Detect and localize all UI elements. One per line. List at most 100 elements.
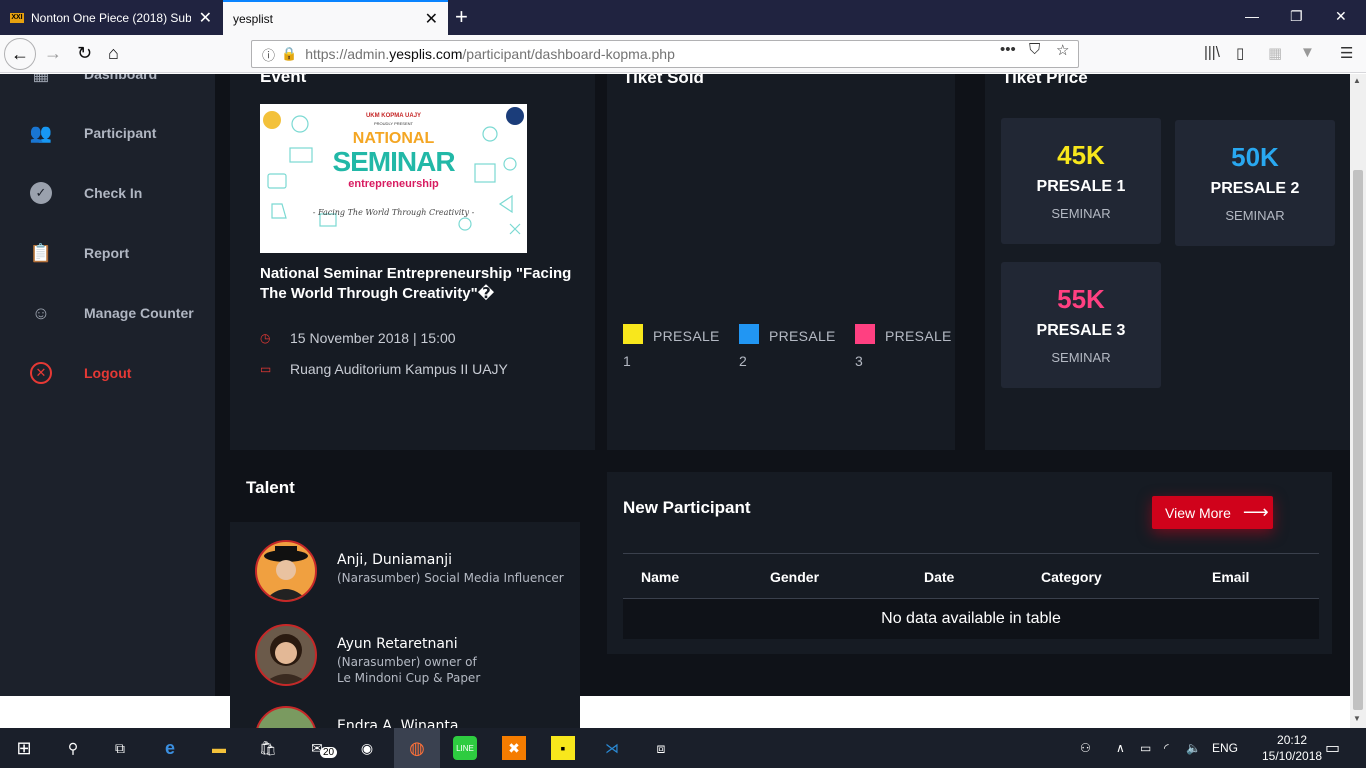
browser-tab-bar: XXI Nonton One Piece (2018) Sub In ✕ yes…: [0, 0, 1366, 35]
url-path: /participant/dashboard-kopma.php: [462, 46, 675, 62]
talent-role-line: (Narasumber) owner of: [337, 655, 477, 669]
column-header-name[interactable]: Name: [641, 569, 679, 585]
search-icon[interactable]: ⚲: [61, 736, 85, 760]
menu-icon[interactable]: ☰: [1340, 44, 1353, 62]
back-button[interactable]: ←: [4, 38, 36, 70]
column-header-category[interactable]: Category: [1041, 569, 1102, 585]
restore-icon[interactable]: ❐: [1290, 8, 1303, 25]
sidebar-toggle-icon[interactable]: ▯: [1236, 44, 1244, 62]
windows-taskbar: ⊞ ⚲ ⧉ e ▬ 🛍 ✉ 20 ◉ ◍ LINE ✖ ▪ ⋊ ⧈ ⚇ ∧ ▭ …: [0, 728, 1366, 768]
avatar: [255, 706, 317, 728]
extension-icon[interactable]: ▦: [1268, 44, 1282, 62]
edge-icon[interactable]: e: [158, 736, 182, 760]
column-header-date[interactable]: Date: [924, 569, 954, 585]
sidebar-item-logout[interactable]: ✕ Logout: [0, 353, 215, 393]
dashboard-page: ▦ Dashboard 👥 Participant ✓ Check In 📋 R…: [0, 74, 1350, 696]
sidebar-item-manage-counter[interactable]: ☺ Manage Counter: [0, 293, 215, 333]
scroll-up-icon[interactable]: ▲: [1353, 76, 1361, 85]
legend-label-number: 1: [623, 353, 631, 369]
info-icon[interactable]: ⓘ: [262, 45, 275, 64]
talent-role-line: Le Mindoni Cup & Paper: [337, 671, 481, 685]
sidebar-item-label: Logout: [84, 365, 132, 381]
xxi-logo-icon: XXI: [10, 12, 24, 23]
forward-button[interactable]: →: [44, 43, 62, 64]
column-header-gender[interactable]: Gender: [770, 569, 819, 585]
clipboard-icon: 📋: [29, 242, 53, 263]
clock-date: 15/10/2018: [1262, 749, 1323, 763]
column-header-email[interactable]: Email: [1212, 569, 1249, 585]
chrome-icon[interactable]: ◉: [355, 736, 379, 760]
close-tab-icon[interactable]: ✕: [199, 8, 212, 28]
wifi-icon[interactable]: ◜: [1164, 741, 1169, 755]
scroll-down-icon[interactable]: ▼: [1353, 714, 1361, 723]
sidebar-item-label: Dashboard: [84, 74, 158, 82]
close-window-icon[interactable]: ✕: [1335, 8, 1347, 25]
url-bar[interactable]: ⓘ 🔒 https://admin. yesplis.com/participan…: [251, 40, 1079, 68]
pocket-icon[interactable]: ⛉: [1029, 41, 1040, 58]
page-scrollbar[interactable]: ▲ ▼: [1350, 74, 1366, 728]
event-poster[interactable]: UKM KOPMA UAJY PROUDLY PRESENT NATIONAL …: [260, 104, 527, 253]
file-explorer-icon[interactable]: ▬: [207, 736, 231, 760]
taskbar-clock[interactable]: 20:12 15/10/2018: [1262, 732, 1322, 764]
volume-icon[interactable]: 🔈: [1186, 741, 1201, 755]
avatar: [255, 540, 317, 602]
people-tray-icon[interactable]: ⚇: [1080, 741, 1091, 755]
event-location-row: ▭ Ruang Auditorium Kampus II UAJY: [260, 361, 508, 377]
close-circle-icon: ✕: [30, 362, 52, 384]
firefox-icon[interactable]: ◍: [394, 728, 440, 768]
library-icon[interactable]: |||\: [1204, 44, 1220, 61]
sidebar-item-dashboard[interactable]: ▦ Dashboard: [0, 74, 215, 94]
poster-line3: entrepreneurship: [348, 178, 439, 190]
talent-name: Ayun Retaretnani: [337, 636, 458, 652]
price-category: SEMINAR: [1051, 350, 1111, 365]
view-more-button[interactable]: View More ⟶: [1152, 496, 1273, 529]
price-value: 45K: [1057, 140, 1105, 170]
event-section-title: Event: [260, 74, 307, 86]
app-icon[interactable]: ⧈: [649, 736, 673, 760]
language-indicator[interactable]: ENG: [1212, 741, 1238, 755]
minimize-icon[interactable]: —: [1245, 8, 1259, 24]
battery-icon[interactable]: ▭: [1140, 741, 1151, 755]
ticket-sold-title: Tiket Sold: [623, 74, 704, 87]
new-participant-title: New Participant: [623, 498, 751, 517]
vscode-icon[interactable]: ⋊: [600, 736, 624, 760]
legend-label: PRESALE: [885, 328, 952, 344]
tab-yesplist[interactable]: yesplist ✕: [223, 0, 448, 35]
reload-icon[interactable]: ↻: [77, 43, 92, 64]
home-icon[interactable]: ⌂: [108, 43, 119, 64]
table-header: Name Gender Date Category Email: [623, 553, 1319, 599]
page-actions-icon[interactable]: •••: [1000, 41, 1016, 58]
page-bottom-area: [0, 696, 1350, 728]
url-domain: yesplis.com: [389, 46, 463, 62]
extension-v-icon[interactable]: ▼: [1300, 44, 1315, 61]
poster-tagline: - Facing The World Through Creativity -: [312, 208, 475, 217]
sticky-notes-icon[interactable]: ▪: [551, 736, 575, 760]
sidebar-item-participant[interactable]: 👥 Participant: [0, 113, 215, 153]
url-prefix: https://admin.: [305, 46, 390, 62]
event-date: 15 November 2018 | 15:00: [290, 330, 456, 346]
event-title: National Seminar Entrepreneurship "Facin…: [260, 265, 572, 302]
windows-start-icon[interactable]: ⊞: [12, 736, 36, 760]
task-view-icon[interactable]: ⧉: [108, 736, 132, 760]
bookmark-star-icon[interactable]: ☆: [1056, 41, 1069, 59]
xampp-icon[interactable]: ✖: [502, 736, 526, 760]
sidebar-item-report[interactable]: 📋 Report: [0, 233, 215, 273]
scroll-thumb[interactable]: [1353, 170, 1363, 710]
store-icon[interactable]: 🛍: [256, 736, 280, 760]
chevron-up-icon[interactable]: ∧: [1116, 741, 1125, 755]
price-category: SEMINAR: [1225, 208, 1285, 223]
check-circle-icon: ✓: [30, 182, 52, 204]
close-tab-icon[interactable]: ✕: [425, 9, 438, 29]
line-icon[interactable]: LINE: [453, 736, 477, 760]
notification-icon[interactable]: ▭: [1325, 738, 1340, 758]
price-name: PRESALE 1: [1036, 178, 1126, 195]
ticket-sold-panel: [607, 74, 955, 450]
new-tab-button[interactable]: +: [455, 4, 468, 30]
price-category: SEMINAR: [1051, 206, 1111, 221]
legend-label-number: 3: [855, 353, 863, 369]
talent-item: Ayun Retaretnani (Narasumber) owner of L…: [255, 624, 575, 686]
tab-nonton[interactable]: XXI Nonton One Piece (2018) Sub In ✕: [0, 0, 222, 35]
sidebar-item-check-in[interactable]: ✓ Check In: [0, 173, 215, 213]
avatar: [255, 624, 317, 686]
clock-time: 20:12: [1277, 733, 1308, 747]
